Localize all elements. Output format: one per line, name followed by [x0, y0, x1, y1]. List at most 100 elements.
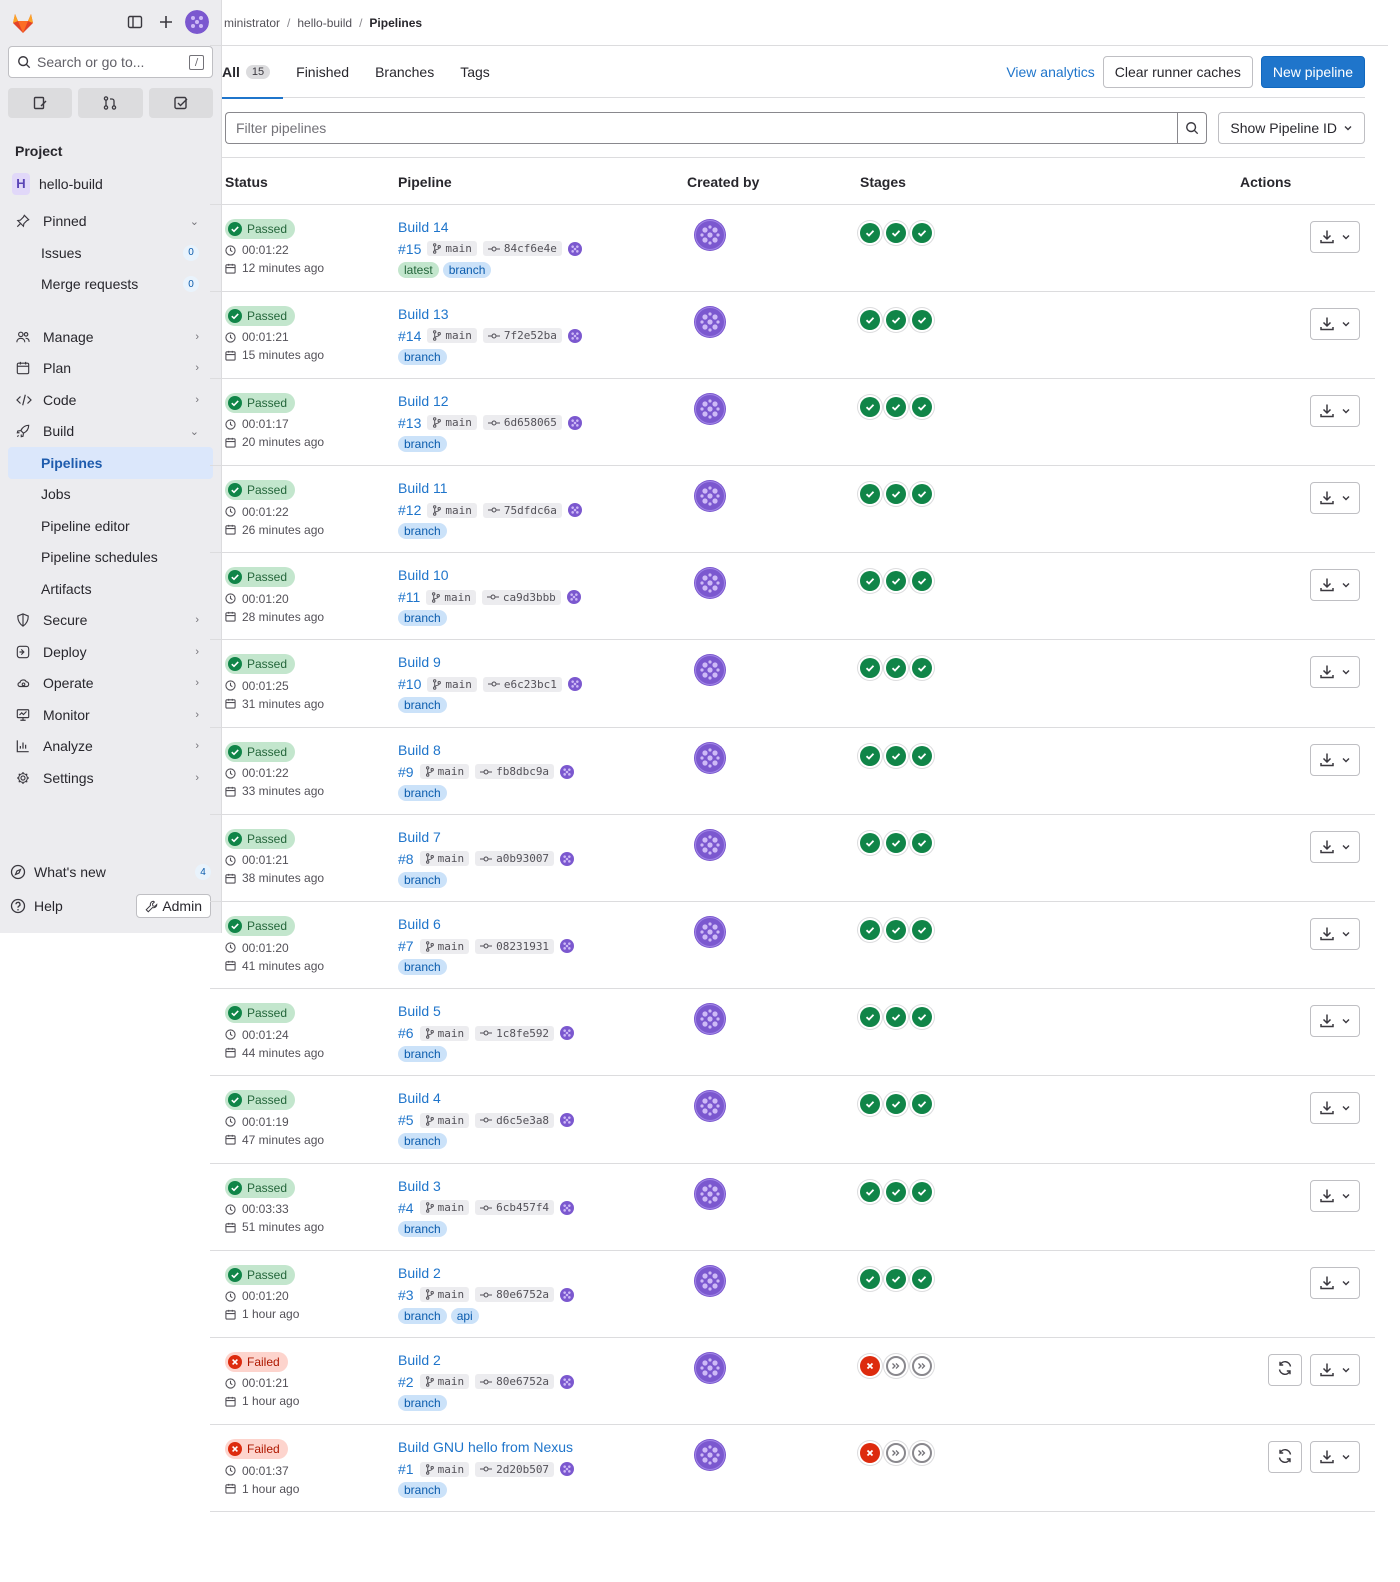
sidebar-item-pinned[interactable]: Pinned ⌄: [8, 206, 213, 238]
tab-finished[interactable]: Finished: [283, 46, 362, 98]
status-badge[interactable]: Passed: [225, 828, 296, 849]
stage-passed-icon[interactable]: [860, 920, 880, 940]
breadcrumb-item-owner[interactable]: ministrator: [224, 16, 280, 30]
sidebar-item-merge-requests[interactable]: Merge requests 0: [8, 269, 213, 301]
stage-passed-icon[interactable]: [886, 222, 906, 243]
commit-author-avatar[interactable]: [560, 939, 575, 953]
pipeline-id-link[interactable]: #13: [398, 415, 421, 431]
commit-author-avatar[interactable]: [560, 1026, 575, 1041]
branch-ref-link[interactable]: main: [419, 1200, 470, 1216]
commit-author-avatar[interactable]: [567, 328, 582, 343]
commit-sha-link[interactable]: e6c23bc1: [482, 676, 562, 692]
commit-sha-link[interactable]: 08231931: [475, 938, 555, 954]
branch-ref-link[interactable]: main: [419, 1287, 470, 1303]
assigned-issues-button[interactable]: [8, 88, 73, 118]
stage-passed-icon[interactable]: [912, 222, 932, 243]
pipeline-id-link[interactable]: #4: [398, 1200, 414, 1216]
gitlab-logo-icon[interactable]: [10, 9, 36, 35]
new-pipeline-button[interactable]: New pipeline: [1260, 55, 1365, 88]
stage-passed-icon[interactable]: [912, 920, 932, 940]
commit-author-avatar[interactable]: [567, 677, 582, 692]
commit-author-avatar[interactable]: [560, 851, 575, 866]
stage-passed-icon[interactable]: [886, 745, 906, 766]
commit-sha-link[interactable]: 1c8fe592: [475, 1025, 555, 1041]
status-badge[interactable]: Passed: [225, 741, 296, 762]
commit-author-avatar[interactable]: [560, 1113, 575, 1128]
show-pipeline-id-dropdown[interactable]: Show Pipeline ID: [1218, 111, 1365, 144]
sidebar-search-input[interactable]: Search or go to... /: [8, 46, 213, 78]
filter-pipelines-input[interactable]: Filter pipelines: [225, 111, 1178, 144]
branch-ref-link[interactable]: main: [419, 1374, 470, 1390]
tab-tags[interactable]: Tags: [447, 46, 503, 98]
pipeline-name-link[interactable]: Build 9: [398, 654, 687, 672]
commit-sha-link[interactable]: a0b93007: [475, 851, 555, 867]
stage-passed-icon[interactable]: [886, 1268, 906, 1289]
stage-passed-icon[interactable]: [886, 920, 906, 940]
pipeline-id-link[interactable]: #6: [398, 1025, 414, 1041]
download-artifacts-dropdown[interactable]: [1310, 1005, 1360, 1038]
pipeline-name-link[interactable]: Build 13: [398, 306, 687, 324]
creator-avatar[interactable]: [694, 218, 726, 251]
sidebar-item-operate[interactable]: Operate ›: [8, 668, 213, 700]
download-artifacts-dropdown[interactable]: [1310, 830, 1360, 863]
sidebar-project-link[interactable]: H hello-build: [8, 168, 213, 200]
creator-avatar[interactable]: [694, 828, 726, 861]
sidebar-item-settings[interactable]: Settings ›: [8, 762, 213, 794]
creator-avatar[interactable]: [694, 1177, 726, 1210]
stage-passed-icon[interactable]: [912, 1181, 932, 1202]
pipeline-name-link[interactable]: Build 5: [398, 1003, 687, 1021]
sidebar-item-pipeline-schedules[interactable]: Pipeline schedules: [8, 542, 213, 574]
stage-passed-icon[interactable]: [912, 745, 932, 766]
pipeline-id-link[interactable]: #7: [398, 938, 414, 954]
branch-ref-link[interactable]: main: [419, 1025, 470, 1041]
pipeline-id-link[interactable]: #3: [398, 1287, 414, 1303]
download-artifacts-dropdown[interactable]: [1310, 220, 1360, 253]
branch-ref-link[interactable]: main: [427, 241, 477, 256]
stage-passed-icon[interactable]: [912, 309, 932, 330]
commit-author-avatar[interactable]: [560, 764, 575, 779]
pipeline-id-link[interactable]: #5: [398, 1112, 414, 1128]
creator-avatar[interactable]: [694, 654, 726, 687]
sidebar-item-code[interactable]: Code ›: [8, 384, 213, 416]
retry-button[interactable]: [1268, 1441, 1302, 1474]
commit-sha-link[interactable]: d6c5e3a8: [475, 1112, 555, 1128]
breadcrumb-item-project[interactable]: hello-build: [297, 16, 352, 30]
pipeline-id-link[interactable]: #15: [398, 241, 421, 257]
stage-passed-icon[interactable]: [912, 1007, 932, 1028]
pipeline-id-link[interactable]: #12: [398, 502, 421, 518]
pipeline-id-link[interactable]: #10: [398, 676, 421, 692]
status-badge[interactable]: Passed: [225, 654, 296, 675]
sidebar-item-jobs[interactable]: Jobs: [8, 479, 213, 511]
sidebar-item-monitor[interactable]: Monitor ›: [8, 699, 213, 731]
status-badge[interactable]: Passed: [225, 1003, 296, 1024]
commit-author-avatar[interactable]: [566, 590, 581, 605]
tab-branches[interactable]: Branches: [362, 46, 447, 98]
user-avatar-menu[interactable]: [183, 8, 211, 36]
stage-passed-icon[interactable]: [886, 832, 906, 853]
admin-button[interactable]: Admin: [136, 894, 211, 918]
stage-passed-icon[interactable]: [860, 1268, 880, 1289]
creator-avatar[interactable]: [694, 1003, 726, 1036]
stage-passed-icon[interactable]: [860, 745, 880, 766]
pipeline-id-link[interactable]: #2: [398, 1374, 414, 1390]
commit-author-avatar[interactable]: [560, 1287, 575, 1302]
sidebar-item-issues[interactable]: Issues 0: [8, 237, 213, 269]
pipeline-name-link[interactable]: Build 12: [398, 393, 687, 411]
status-badge[interactable]: Failed: [225, 1439, 288, 1460]
commit-sha-link[interactable]: 80e6752a: [475, 1287, 555, 1303]
status-badge[interactable]: Passed: [225, 392, 296, 413]
status-badge[interactable]: Passed: [225, 1177, 296, 1198]
commit-author-avatar[interactable]: [567, 241, 582, 256]
status-badge[interactable]: Passed: [225, 567, 296, 588]
sidebar-item-plan[interactable]: Plan ›: [8, 353, 213, 385]
stage-skipped-icon[interactable]: [886, 1355, 906, 1376]
breadcrumb-item-current[interactable]: Pipelines: [369, 16, 422, 30]
creator-avatar[interactable]: [694, 305, 726, 338]
pipeline-id-link[interactable]: #14: [398, 328, 421, 344]
stage-skipped-icon[interactable]: [912, 1443, 932, 1464]
stage-passed-icon[interactable]: [886, 658, 906, 679]
sidebar-item-deploy[interactable]: Deploy ›: [8, 636, 213, 668]
commit-author-avatar[interactable]: [560, 1374, 575, 1389]
stage-failed-icon[interactable]: [860, 1355, 880, 1376]
commit-sha-link[interactable]: fb8dbc9a: [475, 764, 555, 780]
